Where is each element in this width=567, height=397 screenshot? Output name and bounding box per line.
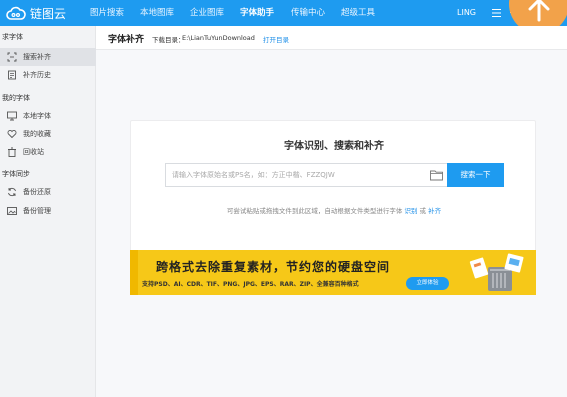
arrow-up-icon [528, 0, 550, 22]
sidebar-item-backup-manage[interactable]: 备份管理 [0, 202, 96, 220]
monitor-icon [7, 111, 17, 121]
nav-local-gallery[interactable]: 本地图库 [140, 0, 174, 26]
history-icon [8, 70, 16, 80]
hint-text: 可尝试粘贴或拖拽文件到此区域，自动根据文件类型进行字体 [226, 207, 403, 215]
sidebar-item-recycle-bin[interactable]: 回收站 [0, 143, 96, 161]
sidebar-item-label: 备份管理 [23, 207, 51, 215]
sidebar-item-favorites[interactable]: 我的收藏 [0, 125, 96, 143]
heart-icon [7, 130, 17, 139]
banner-title: 跨格式去除重复素材，节约您的硬盘空间 [156, 260, 391, 274]
search-box [165, 163, 448, 187]
promo-banner[interactable]: 跨格式去除重复素材，节约您的硬盘空间 支持PSD、AI、CDR、TIF、PNG、… [130, 250, 536, 295]
banner-decoration [130, 250, 138, 295]
sync-icon [8, 187, 16, 197]
main-content: 字体识别、搜索和补齐 搜索一下 可尝试粘贴或拖拽文件到此区域，自动根据文件类型进… [96, 50, 567, 397]
open-directory-link[interactable]: 打开目录 [263, 34, 289, 44]
try-now-button[interactable]: 立即体验 [406, 277, 449, 290]
sidebar-item-label: 备份还原 [23, 188, 51, 196]
banner-subtitle: 支持PSD、AI、CDR、TIF、PNG、JPG、EPS、RAR、ZIP、全兼容… [142, 281, 359, 288]
sidebar-item-history[interactable]: 补齐历史 [0, 66, 96, 84]
user-name[interactable]: LING [457, 0, 476, 26]
page-title: 字体补齐 [108, 35, 145, 45]
scan-icon [7, 52, 17, 62]
files-illustration-icon [469, 253, 524, 291]
hint-or: 或 [419, 207, 427, 215]
nav-image-search[interactable]: 图片搜索 [90, 0, 124, 26]
download-dir-label: 下载目录： [152, 36, 185, 44]
folder-icon[interactable] [430, 169, 443, 181]
sidebar-group-title: 我的字体 [2, 94, 30, 102]
sidebar: 求字体 搜索补齐 补齐历史 我的字体 本地字体 我的收藏 回收站 字体同步 备份… [0, 26, 96, 397]
sidebar-group-title: 求字体 [2, 33, 23, 41]
font-search-input[interactable] [172, 164, 422, 186]
sidebar-item-label: 本地字体 [23, 112, 51, 120]
nav-font-assistant[interactable]: 字体助手 [240, 0, 274, 26]
app-name: 链图云 [30, 6, 67, 21]
sidebar-item-label: 我的收藏 [23, 130, 51, 138]
sidebar-item-local-fonts[interactable]: 本地字体 [0, 107, 96, 125]
sidebar-item-label: 搜索补齐 [23, 53, 51, 61]
download-dir-path: E:\LianTuYunDownload [182, 34, 255, 42]
search-button[interactable]: 搜索一下 [447, 163, 504, 187]
page-header: 字体补齐 下载目录： E:\LianTuYunDownload 打开目录 [96, 26, 567, 50]
app-logo[interactable]: 链图云 [6, 3, 66, 23]
sidebar-item-backup-restore[interactable]: 备份还原 [0, 183, 96, 201]
nav-transfer-center[interactable]: 传输中心 [291, 0, 325, 26]
trash-icon [8, 147, 16, 157]
nav-super-tools[interactable]: 超级工具 [341, 0, 375, 26]
identify-link[interactable]: 识别 [404, 207, 417, 215]
nav-enterprise-gallery[interactable]: 企业图库 [190, 0, 224, 26]
sidebar-item-label: 回收站 [23, 148, 44, 156]
cloud-logo-icon [6, 6, 26, 20]
sidebar-group-title: 字体同步 [2, 170, 30, 178]
card-title: 字体识别、搜索和补齐 [284, 141, 384, 152]
top-bar: 链图云 图片搜索 本地图库 企业图库 字体助手 传输中心 超级工具 LING [0, 0, 567, 34]
drag-hint: 可尝试粘贴或拖拽文件到此区域，自动根据文件类型进行字体 识别 或 补齐 [131, 205, 537, 215]
image-icon [7, 207, 17, 215]
complete-link[interactable]: 补齐 [428, 207, 441, 215]
sidebar-item-label: 补齐历史 [23, 71, 51, 79]
sidebar-item-search-complete[interactable]: 搜索补齐 [0, 48, 96, 66]
menu-icon[interactable] [492, 9, 501, 17]
